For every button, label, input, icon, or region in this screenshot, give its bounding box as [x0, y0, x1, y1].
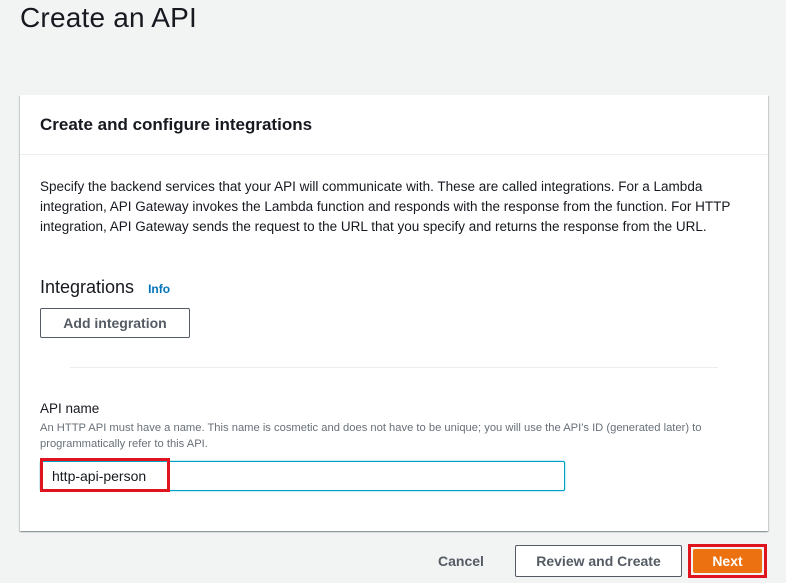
info-link[interactable]: Info [148, 282, 170, 296]
api-name-description: An HTTP API must have a name. This name … [40, 422, 702, 450]
integrations-heading-row: Integrations Info [40, 277, 748, 298]
integrations-heading: Integrations [40, 277, 135, 297]
page-title: Create an API [20, 2, 197, 33]
api-name-input[interactable] [40, 461, 565, 491]
panel-title: Create and configure integrations [40, 115, 313, 134]
add-integration-button[interactable]: Add integration [40, 308, 190, 338]
annotation-highlight-next: Next [688, 544, 767, 578]
cancel-button[interactable]: Cancel [428, 545, 494, 577]
next-button[interactable]: Next [693, 549, 762, 573]
api-name-label: API name [40, 401, 100, 416]
api-name-input-wrapper [40, 458, 565, 492]
wizard-footer: Cancel Review and Create Next [0, 544, 786, 579]
integrations-panel: Create and configure integrations Specif… [20, 95, 768, 531]
panel-description: Specify the backend services that your A… [40, 179, 731, 234]
section-divider [70, 367, 718, 368]
review-and-create-button[interactable]: Review and Create [515, 545, 682, 577]
panel-body: Specify the backend services that your A… [20, 155, 768, 492]
panel-header: Create and configure integrations [20, 95, 768, 155]
